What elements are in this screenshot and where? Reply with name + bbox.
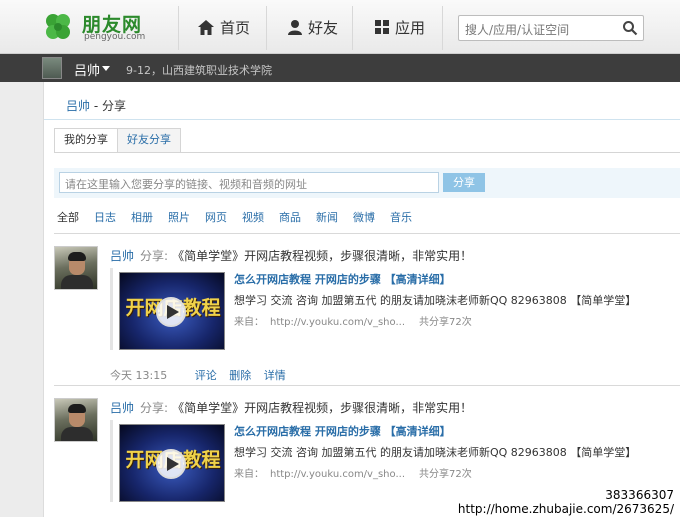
pengyou-logo[interactable]: 朋友网 pengyou.com [42,10,147,46]
user-name-menu[interactable]: 吕帅 [74,60,100,79]
filter-product[interactable]: 商品 [279,209,301,225]
video-thumbnail[interactable]: 开网店教程 [119,424,225,502]
feed-meta: 今天 13:15 评论 删除 详情 [110,367,295,383]
tab-friend-shares[interactable]: 好友分享 [117,128,181,152]
feed-item: 吕帅分享:《简单学堂》开网店教程视频，步骤很清晰，非常实用！ 开网店教程 怎么开… [54,398,680,517]
source-url-link[interactable]: http://v.youku.com/v_sho... [270,317,405,328]
feed-header: 吕帅 分享: 《简单学堂》开网店教程视频，步骤很清晰，非常实用！ [110,247,472,264]
feed-message: 《简单学堂》开网店教程视频，步骤很清晰，非常实用！ [172,401,473,415]
filter-webpage[interactable]: 网页 [205,209,227,225]
filter-album[interactable]: 相册 [131,209,153,225]
watermark-id: 383366307 [605,488,674,502]
video-source: 来自： http://v.youku.com/v_sho... 共分享72次 [234,465,472,480]
quote-bar [110,420,113,502]
feed-header: 吕帅 分享: 《简单学堂》开网店教程视频，步骤很清晰，非常实用！ [110,399,472,416]
breadcrumb: 吕帅 - 分享 [66,97,126,114]
source-label: 来自： [234,317,264,328]
feed-verb: 分享: [140,249,169,263]
feed-message: 《简单学堂》开网店教程视频，步骤很清晰，非常实用！ [172,249,473,263]
video-description: 想学习 交流 咨询 加盟第五代 的朋友请加晓沫老师新QQ 82963808 【简… [234,294,637,307]
feed-verb: 分享: [140,401,169,415]
tab-my-shares[interactable]: 我的分享 [54,128,118,153]
quote-bar [110,268,113,350]
feed-user-link[interactable]: 吕帅 [110,249,134,263]
divider [54,233,680,234]
comment-button[interactable]: 评论 [195,369,217,382]
video-source: 来自： http://v.youku.com/v_sho... 共分享72次 [234,313,472,328]
breadcrumb-page: 分享 [101,99,126,113]
feed-user-link[interactable]: 吕帅 [110,401,134,415]
brand-domain: pengyou.com [84,32,146,42]
watermark-url: http://home.zhubajie.com/2673625/ [457,502,674,516]
main-panel: 吕帅 - 分享 我的分享 好友分享 请在这里输入您要分享的链接、视频和音频的网址… [44,82,680,517]
video-thumbnail[interactable]: 开网店教程 [119,272,225,350]
tab-underline [54,152,680,153]
top-navigation-bar: 朋友网 pengyou.com 首页 好友 应用 搜人/应用/认证空间 [0,0,680,54]
play-icon[interactable] [156,449,186,479]
nav-divider [266,6,267,50]
nav-divider [178,6,179,50]
clover-logo-icon [46,14,70,39]
nav-divider [442,6,443,50]
filter-weibo[interactable]: 微博 [353,209,375,225]
divider [54,385,680,386]
play-icon[interactable] [156,297,186,327]
filter-news[interactable]: 新闻 [316,209,338,225]
video-description: 想学习 交流 咨询 加盟第五代 的朋友请加晓沫老师新QQ 82963808 【简… [234,446,637,459]
nav-home-label: 首页 [220,18,251,37]
source-label: 来自： [234,469,264,480]
share-button[interactable]: 分享 [443,173,485,192]
filter-blog[interactable]: 日志 [94,209,116,225]
search-input[interactable]: 搜人/应用/认证空间 [458,15,644,41]
share-box: 请在这里输入您要分享的链接、视频和音频的网址 分享 [54,168,680,198]
share-url-input[interactable]: 请在这里输入您要分享的链接、视频和音频的网址 [59,172,439,193]
feed-avatar[interactable] [54,398,98,442]
filter-photo[interactable]: 照片 [168,209,190,225]
apps-grid-icon [375,20,389,34]
delete-button[interactable]: 删除 [229,369,251,382]
filter-bar: 全部 日志 相册 照片 网页 视频 商品 新闻 微博 音乐 [57,209,427,225]
nav-home[interactable]: 首页 [198,0,250,54]
nav-friends-label: 好友 [308,18,339,37]
nav-friends[interactable]: 好友 [288,0,338,54]
breadcrumb-separator: - [90,99,102,113]
share-count: 共分享72次 [419,469,472,480]
search-icon[interactable] [622,20,638,36]
user-avatar[interactable] [42,57,62,79]
video-title-link[interactable]: 怎么开网店教程 开网店的步骤 【高清详细】 [234,423,451,439]
nav-apps[interactable]: 应用 [375,0,425,54]
left-sidebar [0,82,44,517]
home-icon [198,19,214,35]
share-count: 共分享72次 [419,317,472,328]
divider [44,119,680,120]
breadcrumb-user-link[interactable]: 吕帅 [66,99,90,113]
filter-video[interactable]: 视频 [242,209,264,225]
details-button[interactable]: 详情 [264,369,286,382]
user-school-info: 9-12，山西建筑职业技术学院 [126,64,272,77]
filter-all[interactable]: 全部 [57,209,79,225]
friends-icon [288,19,302,35]
filter-music[interactable]: 音乐 [390,209,412,225]
source-url-link[interactable]: http://v.youku.com/v_sho... [270,469,405,480]
feed-avatar[interactable] [54,246,98,290]
video-title-link[interactable]: 怎么开网店教程 开网店的步骤 【高清详细】 [234,271,451,287]
user-bar: 吕帅 9-12，山西建筑职业技术学院 [0,54,680,82]
feed-item: 吕帅分享:《简单学堂》开网店教程视频，步骤很清晰，非常实用！ 开网店教程 怎么开… [54,246,680,386]
nav-divider [352,6,353,50]
feed-timestamp: 今天 13:15 [110,369,168,382]
nav-apps-label: 应用 [395,18,426,37]
chevron-down-icon[interactable] [102,66,110,71]
search-placeholder: 搜人/应用/认证空间 [465,23,570,37]
